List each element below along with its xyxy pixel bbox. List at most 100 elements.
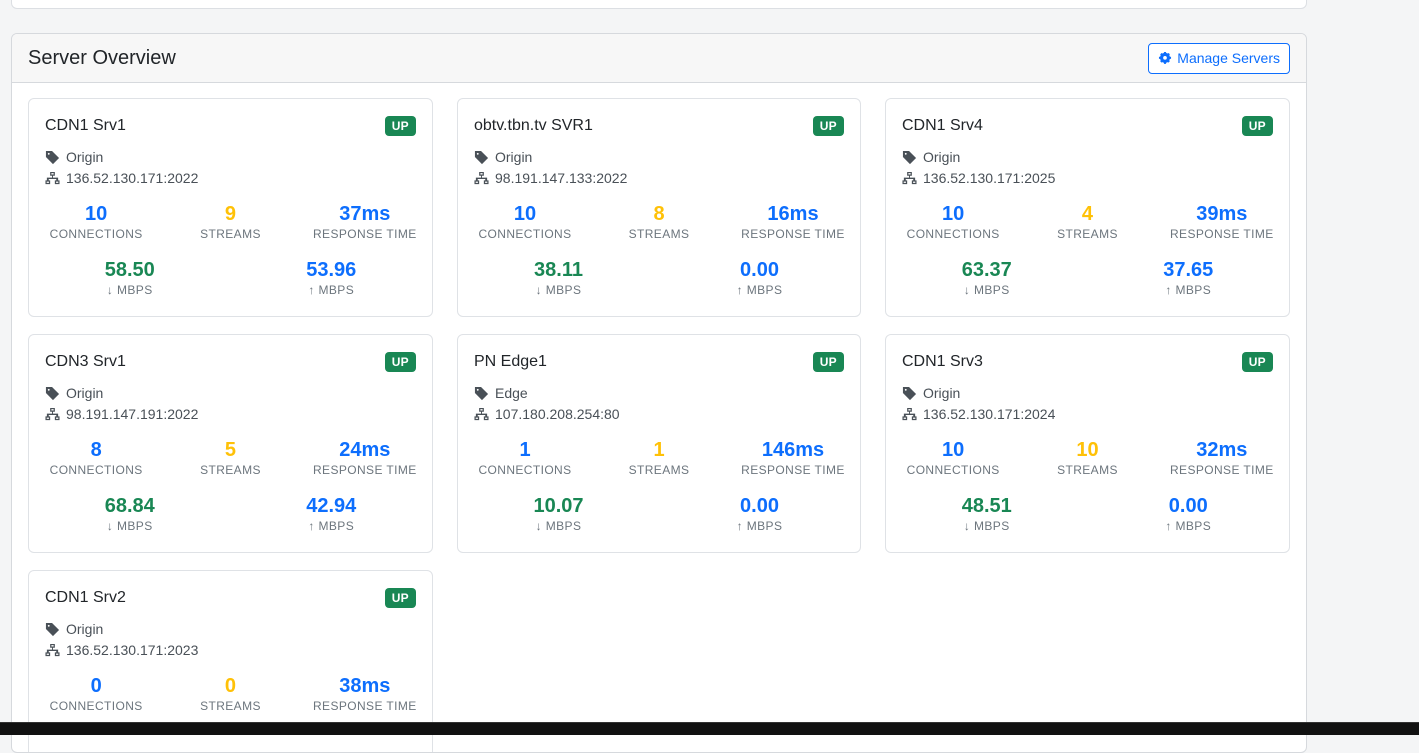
server-card-1[interactable]: CDN1 Srv1 UP Origin 136.52.130.171:2022 …	[28, 98, 433, 317]
status-badge: UP	[812, 352, 844, 372]
streams-label: STREAMS	[200, 463, 261, 477]
server-address-label: 98.191.147.191:2022	[66, 406, 199, 422]
server-address-label: 136.52.130.171:2025	[923, 170, 1056, 186]
tag-icon	[474, 150, 489, 164]
response-time-label: RESPONSE TIME	[741, 227, 845, 241]
server-address: 136.52.130.171:2025	[902, 170, 1055, 186]
response-time-stat: 146ms RESPONSE TIME	[726, 439, 860, 477]
download-stat: 68.84 ↓ MBPS	[29, 495, 231, 533]
status-badge: UP	[812, 116, 844, 136]
network-icon	[474, 407, 489, 420]
bandwidth-stats: 38.11 ↓ MBPS 0.00 ↑ MBPS	[458, 259, 860, 297]
response-time-stat: 32ms RESPONSE TIME	[1155, 439, 1289, 477]
server-stats: 10 CONNECTIONS 8 STREAMS 16ms RESPONSE T…	[458, 203, 860, 241]
connections-label: CONNECTIONS	[49, 463, 143, 477]
manage-servers-button[interactable]: Manage Servers	[1148, 42, 1290, 74]
streams-label: STREAMS	[628, 227, 690, 241]
server-name: CDN3 Srv1	[45, 353, 126, 370]
upload-label: ↑ MBPS	[1165, 519, 1212, 533]
connections-value: 10	[85, 203, 108, 225]
upload-value: 0.00	[740, 259, 779, 281]
connections-stat: 8 CONNECTIONS	[29, 439, 163, 477]
status-badge: UP	[1241, 116, 1273, 136]
streams-stat: 8 STREAMS	[592, 203, 726, 241]
upload-value: 0.00	[740, 495, 779, 517]
tag-icon	[45, 622, 60, 636]
server-address: 136.52.130.171:2022	[45, 170, 198, 186]
tag-icon	[45, 386, 60, 400]
download-label: ↓ MBPS	[106, 283, 153, 297]
server-address-label: 107.180.208.254:80	[495, 406, 620, 422]
streams-value: 0	[224, 675, 237, 697]
response-time-label: RESPONSE TIME	[312, 463, 417, 477]
response-time-label: RESPONSE TIME	[1169, 227, 1274, 241]
response-time-value: 37ms	[339, 203, 391, 225]
upload-label: ↑ MBPS	[308, 519, 355, 533]
upload-label: ↑ MBPS	[736, 519, 783, 533]
response-time-stat: 37ms RESPONSE TIME	[298, 203, 432, 241]
server-type-label: Origin	[923, 149, 961, 165]
server-name: CDN1 Srv1	[45, 117, 126, 134]
download-value: 10.07	[533, 495, 584, 517]
download-label: ↓ MBPS	[535, 283, 582, 297]
taskbar	[0, 722, 1419, 735]
response-time-label: RESPONSE TIME	[312, 699, 417, 713]
connections-value: 10	[942, 203, 965, 225]
server-card-5[interactable]: PN Edge1 UP Edge 107.180.208.254:80 1 CO…	[457, 334, 861, 553]
upload-label: ↑ MBPS	[736, 283, 783, 297]
gear-icon	[1159, 52, 1172, 64]
server-stats: 1 CONNECTIONS 1 STREAMS 146ms RESPONSE T…	[458, 439, 860, 477]
connections-value: 10	[513, 203, 537, 225]
streams-label: STREAMS	[1057, 227, 1118, 241]
previous-card	[11, 0, 1307, 9]
upload-stat: 37.65 ↑ MBPS	[1088, 259, 1290, 297]
streams-stat: 10 STREAMS	[1020, 439, 1154, 477]
streams-label: STREAMS	[200, 699, 261, 713]
streams-value: 8	[653, 203, 665, 225]
server-type-label: Origin	[495, 149, 533, 165]
response-time-label: RESPONSE TIME	[312, 227, 417, 241]
network-icon	[45, 407, 60, 420]
server-card-2[interactable]: obtv.tbn.tv SVR1 UP Origin 98.191.147.13…	[457, 98, 861, 317]
download-value: 58.50	[104, 259, 155, 281]
server-card-4[interactable]: CDN3 Srv1 UP Origin 98.191.147.191:2022 …	[28, 334, 433, 553]
server-stats: 10 CONNECTIONS 10 STREAMS 32ms RESPONSE …	[886, 439, 1289, 477]
server-type: Origin	[474, 149, 532, 165]
server-type-label: Origin	[66, 621, 104, 637]
connections-label: CONNECTIONS	[906, 227, 1000, 241]
status-badge: UP	[384, 116, 416, 136]
bandwidth-stats: 48.51 ↓ MBPS 0.00 ↑ MBPS	[886, 495, 1289, 533]
connections-value: 0	[90, 675, 102, 697]
connections-label: CONNECTIONS	[49, 699, 143, 713]
network-icon	[474, 171, 489, 184]
streams-label: STREAMS	[628, 463, 690, 477]
download-stat: 38.11 ↓ MBPS	[458, 259, 659, 297]
upload-stat: 42.94 ↑ MBPS	[231, 495, 433, 533]
server-overview-panel: Server Overview Manage Servers CDN1 Srv1…	[11, 33, 1307, 753]
server-address: 136.52.130.171:2023	[45, 642, 198, 658]
streams-label: STREAMS	[200, 227, 261, 241]
bandwidth-stats: 63.37 ↓ MBPS 37.65 ↑ MBPS	[886, 259, 1289, 297]
response-time-value: 24ms	[339, 439, 391, 461]
download-value: 48.51	[961, 495, 1012, 517]
bandwidth-stats: 10.07 ↓ MBPS 0.00 ↑ MBPS	[458, 495, 860, 533]
streams-stat: 0 STREAMS	[163, 675, 297, 713]
connections-value: 10	[942, 439, 965, 461]
download-stat: 48.51 ↓ MBPS	[886, 495, 1088, 533]
network-icon	[45, 643, 60, 656]
server-card-6[interactable]: CDN1 Srv3 UP Origin 136.52.130.171:2024 …	[885, 334, 1290, 553]
response-time-label: RESPONSE TIME	[741, 463, 845, 477]
server-address-label: 136.52.130.171:2024	[923, 406, 1056, 422]
status-badge: UP	[1241, 352, 1273, 372]
upload-label: ↑ MBPS	[308, 283, 355, 297]
response-time-stat: 24ms RESPONSE TIME	[298, 439, 432, 477]
streams-value: 10	[1076, 439, 1099, 461]
server-card-3[interactable]: CDN1 Srv4 UP Origin 136.52.130.171:2025 …	[885, 98, 1290, 317]
response-time-stat: 38ms RESPONSE TIME	[298, 675, 432, 713]
download-label: ↓ MBPS	[106, 519, 153, 533]
streams-value: 9	[224, 203, 237, 225]
upload-stat: 0.00 ↑ MBPS	[1088, 495, 1290, 533]
tag-icon	[902, 386, 917, 400]
server-stats: 10 CONNECTIONS 9 STREAMS 37ms RESPONSE T…	[29, 203, 432, 241]
connections-label: CONNECTIONS	[478, 227, 572, 241]
